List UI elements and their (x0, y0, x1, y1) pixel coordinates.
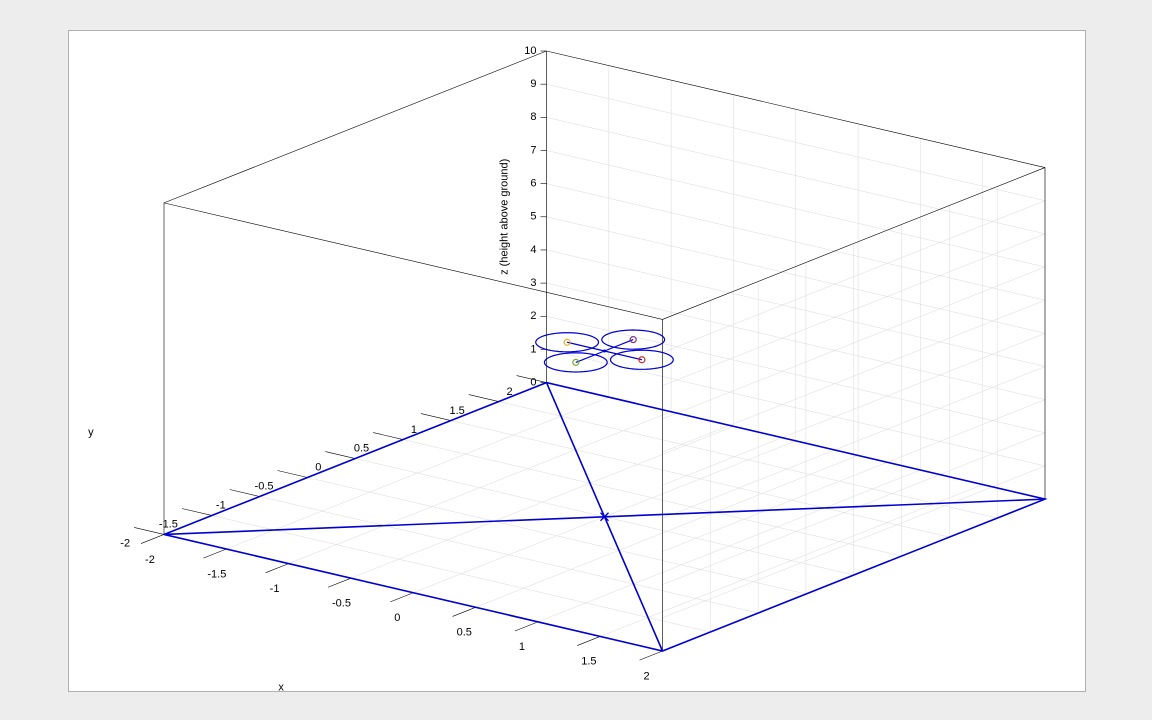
quad-center (603, 350, 606, 353)
svg-text:-2: -2 (120, 538, 130, 550)
axes-3d[interactable]: -2-1.5-1-0.500.511.52-2-1.5-1-0.500.511.… (69, 31, 1085, 691)
svg-text:0.5: 0.5 (457, 627, 472, 639)
svg-text:1.5: 1.5 (449, 405, 464, 417)
svg-text:0: 0 (394, 612, 400, 624)
svg-text:y: y (88, 426, 94, 438)
svg-text:4: 4 (530, 244, 536, 256)
ground-plane (164, 383, 1045, 651)
svg-text:1.5: 1.5 (581, 656, 596, 668)
svg-text:1: 1 (530, 343, 536, 355)
svg-text:6: 6 (530, 178, 536, 190)
svg-text:x: x (278, 681, 284, 691)
svg-text:10: 10 (524, 45, 536, 57)
svg-text:-0.5: -0.5 (332, 597, 351, 609)
svg-text:-1.5: -1.5 (159, 519, 178, 531)
svg-text:-0.5: -0.5 (255, 481, 274, 493)
svg-text:0.5: 0.5 (354, 443, 369, 455)
svg-text:5: 5 (530, 211, 536, 223)
svg-text:-2: -2 (145, 554, 155, 566)
svg-text:z (height above ground): z (height above ground) (498, 159, 510, 275)
svg-text:7: 7 (530, 144, 536, 156)
svg-text:1: 1 (519, 641, 525, 653)
svg-text:2: 2 (530, 310, 536, 322)
matlab-figure: -2-1.5-1-0.500.511.52-2-1.5-1-0.500.511.… (68, 30, 1086, 692)
svg-text:3: 3 (530, 277, 536, 289)
svg-text:-1: -1 (270, 583, 280, 595)
tick-labels: -2-1.5-1-0.500.511.52-2-1.5-1-0.500.511.… (88, 45, 662, 691)
quadrotor (536, 330, 674, 372)
svg-text:2: 2 (644, 670, 650, 682)
svg-text:9: 9 (530, 78, 536, 90)
svg-text:8: 8 (530, 111, 536, 123)
svg-text:-1.5: -1.5 (207, 568, 226, 580)
